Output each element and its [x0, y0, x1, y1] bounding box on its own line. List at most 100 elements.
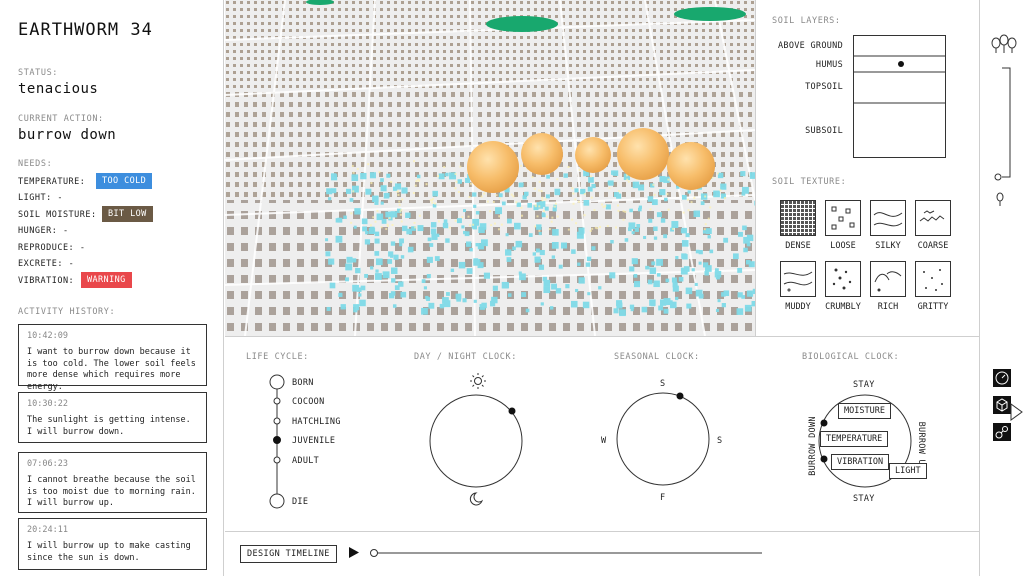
day-night-clock-label: DAY / NIGHT CLOCK: — [414, 352, 517, 362]
history-entry[interactable]: 20:24:11 I will burrow up to make castin… — [18, 518, 207, 570]
need-light-label: LIGHT: - — [18, 193, 63, 203]
worm-depth-slider[interactable] — [990, 34, 1018, 210]
play-icon[interactable] — [348, 546, 360, 559]
need-excrete-label: EXCRETE: - — [18, 259, 74, 269]
need-reproduce-name: REPRODUCE: — [18, 243, 75, 253]
texture-loose-icon[interactable] — [825, 200, 861, 236]
layer-topsoil[interactable]: TOPSOIL — [756, 82, 843, 92]
need-reproduce-label: REPRODUCE: - — [18, 243, 85, 253]
need-hunger-value: - — [62, 226, 69, 236]
need-temperature-badge: TOO COLD — [96, 173, 153, 189]
life-stage-adult[interactable]: ADULT — [292, 456, 319, 466]
texture-rich-icon[interactable] — [870, 261, 906, 297]
history-entry[interactable]: 07:06:23 I cannot breathe because the so… — [18, 452, 207, 513]
clocks-panel: LIFE CYCLE: BORN COCOON HATCHLING JUVENI… — [225, 336, 979, 532]
soil-grid-render — [225, 0, 755, 336]
life-stage-juvenile[interactable]: JUVENILE — [292, 436, 335, 446]
season-left: W — [601, 436, 607, 446]
sun-icon — [470, 373, 486, 389]
need-excrete-value: - — [68, 259, 75, 269]
layer-humus[interactable]: HUMUS — [756, 60, 843, 70]
texture-dense-icon[interactable] — [780, 200, 816, 236]
timeline-bar: DESIGN TIMELINE — [225, 533, 979, 576]
bio-factor-vibration[interactable]: VIBRATION — [831, 454, 890, 470]
activity-history-label: ACTIVITY HISTORY: — [18, 307, 116, 317]
need-hunger-label: HUNGER: - — [18, 226, 69, 236]
soil-3d-viewport[interactable] — [225, 0, 755, 336]
link-view-icon[interactable] — [993, 423, 1011, 441]
need-hunger-name: HUNGER: — [18, 226, 58, 236]
time-marker — [508, 407, 516, 415]
history-time: 20:24:11 — [27, 525, 68, 535]
layer-subsoil[interactable]: SUBSOIL — [756, 126, 843, 136]
life-stage-cocoon[interactable]: COCOON — [292, 397, 325, 407]
texture-gritty-label: GRITTY — [917, 302, 949, 312]
bio-left: BURROW DOWN — [808, 416, 818, 476]
history-entry[interactable]: 10:42:09 I want to burrow down because i… — [18, 324, 207, 392]
history-time: 10:42:09 — [27, 331, 68, 341]
life-cycle-label: LIFE CYCLE: — [246, 352, 309, 362]
design-timeline-button[interactable]: DESIGN TIMELINE — [240, 545, 337, 563]
life-stage-born[interactable]: BORN — [292, 378, 314, 388]
need-excrete-name: EXCRETE: — [18, 259, 63, 269]
seasonal-clock[interactable] — [615, 391, 711, 487]
history-entry[interactable]: 10:30:22 The sunlight is getting intense… — [18, 392, 207, 443]
bio-bottom: STAY — [853, 494, 875, 504]
bio-factor-temperature[interactable]: TEMPERATURE — [820, 431, 889, 447]
life-stage-die[interactable]: DIE — [292, 497, 308, 507]
worm-position-marker — [898, 61, 904, 67]
soil-layer-diagram[interactable] — [853, 35, 947, 159]
life-stage-hatchling[interactable]: HATCHLING — [292, 417, 341, 427]
worm-info-panel: EARTHWORM 34 STATUS: tenacious CURRENT A… — [0, 0, 224, 576]
season-right: S — [717, 436, 723, 446]
clock-view-icon[interactable] — [993, 369, 1011, 387]
need-light-name: LIGHT: — [18, 193, 52, 203]
status-label: STATUS: — [18, 68, 59, 78]
season-bottom: F — [660, 493, 666, 503]
need-light-value: - — [57, 193, 63, 203]
history-text: The sunlight is getting intense. I will … — [27, 415, 191, 437]
soil-layers-label: SOIL LAYERS: — [772, 16, 841, 26]
bio-factor-light[interactable]: LIGHT — [889, 463, 927, 479]
life-cycle-track — [269, 374, 285, 509]
current-action-label: CURRENT ACTION: — [18, 114, 104, 124]
texture-coarse-label: COARSE — [917, 241, 949, 251]
history-time: 07:06:23 — [27, 459, 68, 469]
layer-above-ground[interactable]: ABOVE GROUND — [756, 41, 843, 51]
soil-texture-label: SOIL TEXTURE: — [772, 177, 847, 187]
current-action-value: burrow down — [18, 127, 117, 143]
seasonal-clock-label: SEASONAL CLOCK: — [614, 352, 700, 362]
texture-coarse-icon[interactable] — [915, 200, 951, 236]
history-time: 10:30:22 — [27, 399, 68, 409]
cube-view-icon[interactable] — [993, 396, 1011, 414]
collapse-arrow-icon[interactable] — [1010, 400, 1024, 424]
soil-panel: SOIL LAYERS: ABOVE GROUND HUMUS TOPSOIL … — [755, 0, 979, 336]
texture-muddy-icon[interactable] — [780, 261, 816, 297]
moon-icon — [469, 492, 484, 506]
need-vibration-badge: WARNING — [81, 272, 132, 288]
texture-crumbly-icon[interactable] — [825, 261, 861, 297]
need-temperature-label: TEMPERATURE: — [18, 177, 86, 187]
bio-factor-moisture[interactable]: MOISTURE — [838, 403, 891, 419]
need-reproduce-value: - — [79, 243, 86, 253]
season-top: S — [660, 379, 666, 389]
day-night-clock[interactable] — [423, 371, 533, 511]
bio-top: STAY — [853, 380, 875, 390]
root-icon — [996, 192, 1004, 206]
season-marker — [676, 392, 684, 400]
status-value: tenacious — [18, 81, 99, 97]
need-moisture-badge: BIT LOW — [102, 206, 153, 222]
need-moisture-label: SOIL MOISTURE: — [18, 210, 97, 220]
biological-clock-label: BIOLOGICAL CLOCK: — [802, 352, 900, 362]
tree-icon — [991, 34, 1017, 53]
texture-silky-icon[interactable] — [870, 200, 906, 236]
needs-label: NEEDS: — [18, 159, 53, 169]
bio-right: BURROW UP — [916, 421, 926, 471]
need-vibration-label: VIBRATION: — [18, 276, 75, 286]
worm-name: EARTHWORM 34 — [18, 20, 153, 40]
timeline-scrubber[interactable] — [368, 546, 764, 560]
right-toolbar — [979, 0, 1024, 576]
texture-gritty-icon[interactable] — [915, 261, 951, 297]
history-text: I want to burrow down because it is too … — [27, 347, 196, 392]
history-text: I cannot breathe because the soil is too… — [27, 475, 196, 508]
